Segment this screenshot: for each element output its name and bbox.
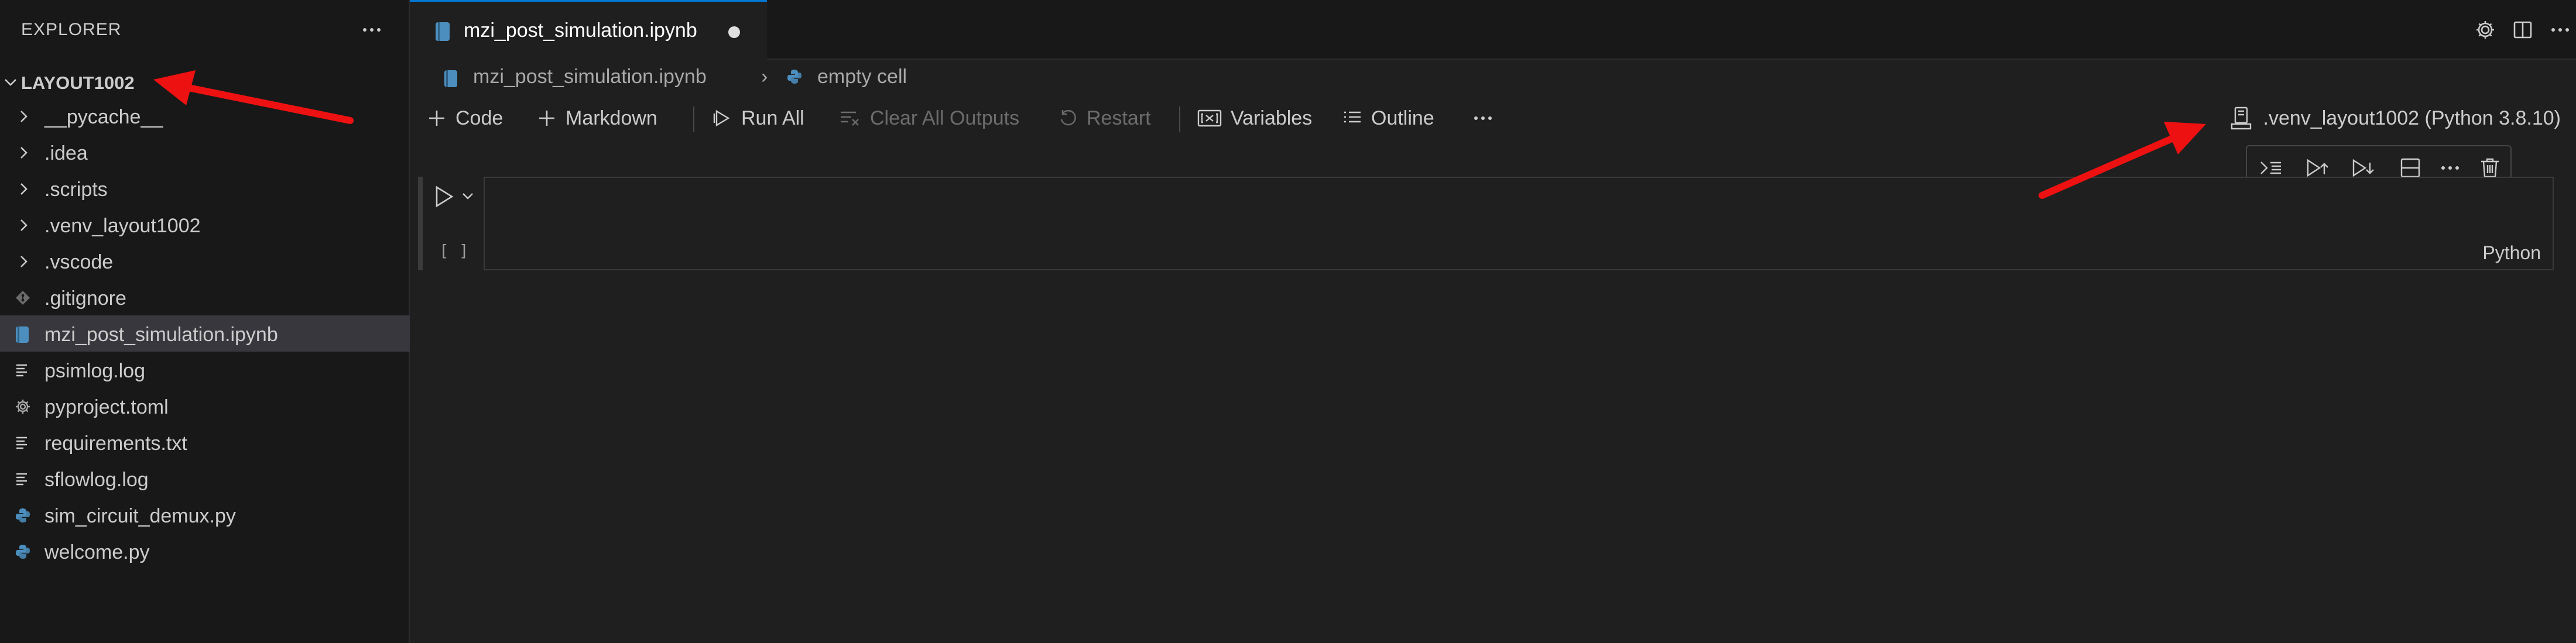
variables-icon — [1197, 109, 1222, 127]
python-icon — [14, 507, 32, 524]
code-cell-editor[interactable]: Python — [484, 177, 2554, 270]
text-file-icon — [14, 362, 32, 379]
run-all-icon — [713, 109, 730, 127]
split-editor-icon[interactable] — [2508, 15, 2537, 44]
chevron-down-icon[interactable] — [460, 188, 475, 204]
tree-item-label: .gitignore — [44, 287, 126, 310]
execution-count: [ ] — [439, 241, 469, 260]
outline-icon — [1344, 111, 1361, 123]
tree-file-item[interactable]: pyproject.toml — [0, 388, 410, 424]
tab-bar: mzi_post_simulation.ipynb — [410, 0, 2576, 60]
tree-file-item[interactable]: psimlog.log — [0, 352, 410, 388]
breadcrumb-file[interactable]: mzi_post_simulation.ipynb — [473, 66, 707, 88]
tree-item-label: .idea — [44, 142, 88, 164]
tree-folder-item[interactable]: __pycache__ — [0, 98, 410, 134]
variables-button[interactable]: Variables — [1197, 102, 1312, 135]
python-icon — [14, 543, 32, 561]
editor-actions — [2471, 15, 2576, 44]
notebook-file-icon — [443, 69, 459, 89]
tree-file-item[interactable]: welcome.py — [0, 533, 410, 569]
tree-item-label: sflowlog.log — [44, 469, 149, 491]
tree-folder-item[interactable]: .venv_layout1002 — [0, 207, 410, 243]
clear-all-outputs-button[interactable]: Clear All Outputs — [838, 102, 1019, 135]
restart-kernel-button[interactable]: Restart — [1057, 102, 1151, 135]
tree-item-label: .scripts — [44, 178, 108, 201]
plus-icon — [429, 111, 444, 126]
toolbar-divider — [1179, 106, 1180, 132]
tree-item-label: __pycache__ — [44, 106, 163, 128]
cell-language-label[interactable]: Python — [2482, 242, 2541, 264]
toolbar-more-icon[interactable] — [1468, 102, 1498, 135]
breadcrumb-separator: › — [761, 66, 768, 88]
restart-icon — [1060, 109, 1076, 126]
workspace-root-folder[interactable]: LAYOUT1002 — [0, 64, 410, 101]
server-environment-icon — [2231, 106, 2251, 130]
explorer-title: EXPLORER — [21, 20, 122, 39]
more-actions-icon[interactable] — [2546, 15, 2575, 44]
workspace-root-label: LAYOUT1002 — [21, 73, 135, 93]
chevron-right-icon — [18, 109, 30, 124]
gear-icon — [14, 398, 32, 415]
tab-label: mzi_post_simulation.ipynb — [464, 19, 697, 42]
clear-outputs-icon — [841, 111, 859, 126]
gear-icon[interactable] — [2471, 15, 2500, 44]
kernel-picker[interactable]: .venv_layout1002 (Python 3.8.10) — [2229, 101, 2561, 136]
cell-focus-indicator — [418, 177, 423, 270]
git-file-icon — [14, 289, 32, 307]
outline-button[interactable]: Outline — [1342, 102, 1434, 135]
tree-item-label: psimlog.log — [44, 360, 145, 382]
tree-folder-item[interactable]: .idea — [0, 134, 410, 170]
tree-file-item[interactable]: sim_circuit_demux.py — [0, 497, 410, 533]
file-tree: __pycache__ .idea .scripts .venv_layout1002… — [0, 98, 410, 569]
chevron-right-icon — [18, 218, 30, 233]
notebook-file-icon — [14, 325, 32, 343]
notebook-file-icon — [433, 20, 452, 43]
restart-kernel-label: Restart — [1087, 106, 1151, 129]
tree-folder-item[interactable]: .vscode — [0, 243, 410, 279]
tree-item-label: .vscode — [44, 251, 114, 273]
tree-item-label: welcome.py — [44, 541, 150, 563]
tree-file-item[interactable]: sflowlog.log — [0, 460, 410, 497]
plus-icon — [539, 111, 554, 126]
tab-mzi-post-simulation[interactable]: mzi_post_simulation.ipynb — [410, 0, 767, 60]
add-code-cell-label: Code — [455, 106, 503, 129]
tree-folder-item[interactable]: .scripts — [0, 170, 410, 207]
text-file-icon — [14, 434, 32, 452]
add-markdown-cell-button[interactable]: Markdown — [536, 102, 657, 135]
tree-file-item[interactable]: mzi_post_simulation.ipynb — [0, 315, 410, 352]
tree-item-label: mzi_post_simulation.ipynb — [44, 324, 278, 346]
more-actions-icon[interactable] — [357, 15, 386, 44]
tree-file-item[interactable]: requirements.txt — [0, 424, 410, 460]
chevron-down-icon — [2, 74, 19, 91]
tree-item-label: sim_circuit_demux.py — [44, 505, 236, 527]
run-all-label: Run All — [741, 106, 804, 129]
run-cell-icon[interactable] — [432, 184, 455, 209]
breadcrumb-cell[interactable]: empty cell — [817, 66, 907, 88]
tree-item-label: .venv_layout1002 — [44, 215, 201, 237]
explorer-sidebar: EXPLORER LAYOUT1002 __pycache__ .idea .scr… — [0, 0, 410, 643]
notebook-editor: mzi_post_simulation.ipynb mzi_post_simul… — [410, 0, 2576, 643]
add-code-cell-button[interactable]: Code — [426, 102, 503, 135]
chevron-right-icon — [18, 145, 30, 160]
chevron-right-icon — [18, 181, 30, 197]
clear-all-outputs-label: Clear All Outputs — [870, 106, 1020, 129]
chevron-right-icon — [18, 254, 30, 269]
text-file-icon — [14, 470, 32, 488]
tree-item-label: requirements.txt — [44, 432, 187, 455]
tree-item-label: pyproject.toml — [44, 396, 169, 418]
unsaved-dot-icon[interactable] — [728, 26, 740, 38]
add-markdown-cell-label: Markdown — [566, 106, 657, 129]
python-icon — [786, 68, 803, 85]
outline-label: Outline — [1371, 106, 1434, 129]
toolbar-divider — [693, 106, 694, 132]
tree-file-item[interactable]: .gitignore — [0, 279, 410, 315]
run-all-button[interactable]: Run All — [712, 102, 804, 135]
variables-label: Variables — [1231, 106, 1313, 129]
kernel-label: .venv_layout1002 (Python 3.8.10) — [2263, 106, 2561, 129]
